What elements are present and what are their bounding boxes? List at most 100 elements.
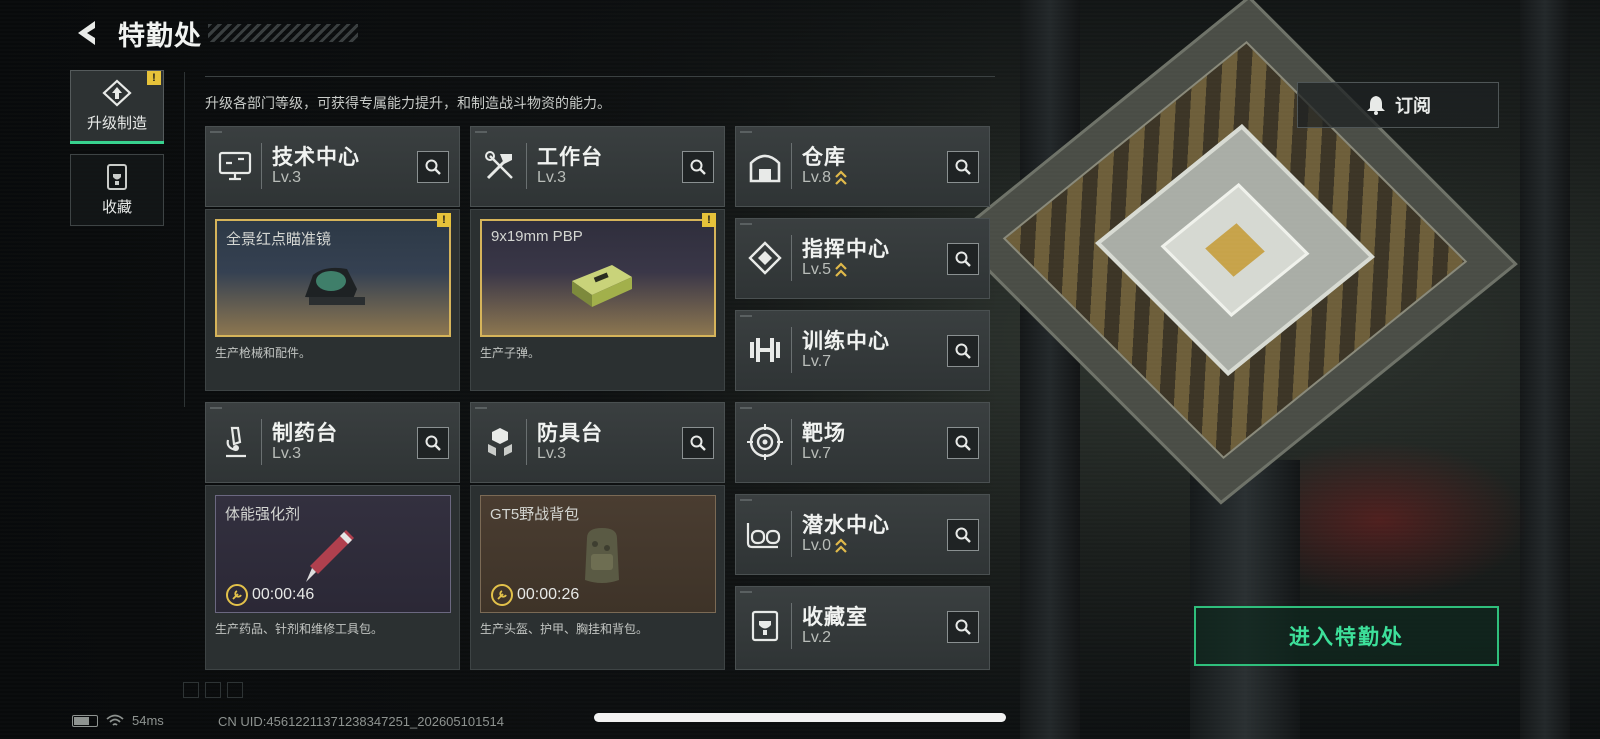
tab-collection[interactable]: 收藏 [70, 154, 164, 226]
subscribe-button[interactable]: 订阅 [1297, 82, 1499, 128]
dept-level: Lv.8 [802, 169, 832, 186]
dept-name: 潜水中心 [802, 514, 890, 537]
red-dot-sight-icon [305, 267, 365, 305]
ammo-box-icon [572, 265, 632, 307]
search-button[interactable] [947, 427, 979, 459]
status-bar: 54ms [72, 713, 164, 728]
back-button[interactable] [70, 15, 106, 51]
upgrade-chevron-icon [835, 170, 847, 185]
dept-name: 工作台 [537, 146, 603, 169]
production-slot-tech-center[interactable]: 全景红点瞄准镜 ! 生产枪械和配件。 [205, 209, 460, 391]
dept-name: 训练中心 [802, 330, 890, 353]
production-description: 生产子弹。 [480, 346, 541, 360]
timer-value: 00:00:46 [252, 586, 315, 603]
battery-icon [72, 714, 98, 727]
search-icon [955, 159, 971, 175]
tab-upgrade-craft[interactable]: 升级制造 ! [70, 70, 164, 144]
dept-card-command-center[interactable]: 指挥中心 Lv.5 [735, 218, 990, 299]
production-item-name: 9x19mm PBP [491, 228, 583, 245]
search-icon [955, 435, 971, 451]
search-icon [955, 527, 971, 543]
dept-name: 防具台 [537, 422, 603, 445]
search-icon [955, 251, 971, 267]
dept-card-warehouse[interactable]: 仓库 Lv.8 [735, 126, 990, 207]
dept-name: 制药台 [272, 422, 338, 445]
back-arrow-icon [78, 21, 95, 45]
search-button[interactable] [682, 427, 714, 459]
dept-name: 指挥中心 [802, 238, 890, 261]
dept-name: 靶场 [802, 422, 846, 445]
dept-level: Lv.0 [802, 537, 832, 554]
search-button[interactable] [947, 335, 979, 367]
dept-card-shooting-range[interactable]: 靶场 Lv.7 [735, 402, 990, 483]
production-slot-workbench[interactable]: 9x19mm PBP ! 生产子弹。 [470, 209, 725, 391]
command-icon [744, 237, 786, 279]
diving-mask-icon [744, 513, 786, 555]
production-slot-pharmacy[interactable]: 体能强化剂 00:00:46 生产药品、针剂和维修工具包。 [205, 485, 460, 670]
dept-level: Lv.3 [272, 445, 302, 462]
armor-blocks-icon [479, 421, 521, 463]
dept-card-workbench[interactable]: 工作台 Lv.3 [470, 126, 725, 207]
dept-level: Lv.3 [272, 169, 302, 186]
injector-icon [306, 530, 354, 582]
dept-card-collection-room[interactable]: 收藏室 Lv.2 [735, 586, 990, 670]
collection-icon [744, 605, 786, 647]
tab-label: 升级制造 [86, 115, 147, 132]
search-button[interactable] [947, 151, 979, 183]
search-icon [425, 435, 441, 451]
search-icon [955, 619, 971, 635]
dept-card-armor-bench[interactable]: 防具台 Lv.3 [470, 402, 725, 483]
trophy-case-icon [107, 164, 127, 190]
dept-card-pharmacy[interactable]: 制药台 Lv.3 [205, 402, 460, 483]
enter-special-ops-button[interactable]: 进入特勤处 [1194, 606, 1499, 666]
uid-text: CN UID:4561221137123834725​1_20260510151… [218, 714, 505, 729]
upgrade-chevron-icon [835, 262, 847, 277]
search-button[interactable] [417, 427, 449, 459]
production-item-box: 9x19mm PBP [480, 219, 716, 337]
divider [205, 76, 995, 77]
bell-icon [1367, 96, 1385, 115]
dept-level: Lv.7 [802, 445, 832, 462]
search-icon [690, 435, 706, 451]
wrench-icon [226, 584, 248, 606]
search-button[interactable] [947, 611, 979, 643]
production-description: 生产药品、针剂和维修工具包。 [215, 622, 384, 636]
dept-level: Lv.2 [802, 629, 832, 646]
dept-level: Lv.7 [802, 353, 832, 370]
hammer-wrench-icon [479, 145, 521, 187]
dept-level: Lv.3 [537, 169, 567, 186]
upgrade-diamond-icon [102, 79, 132, 107]
dept-level: Lv.5 [802, 261, 832, 278]
section-description: 升级各部门等级，可获得专属能力提升，和制造战斗物资的能力。 [205, 95, 611, 111]
wifi-icon [106, 714, 124, 726]
enter-label: 进入特勤处 [1289, 626, 1404, 649]
subscribe-label: 订阅 [1395, 96, 1431, 116]
page-title: 特勤处 [118, 20, 202, 51]
production-item-name: GT5野战背包 [490, 506, 580, 523]
timer-value: 00:00:26 [517, 586, 580, 603]
search-button[interactable] [682, 151, 714, 183]
production-timer: 00:00:46 [226, 584, 314, 606]
backpack-icon [585, 528, 619, 583]
dept-card-diving-center[interactable]: 潜水中心 Lv.0 [735, 494, 990, 575]
wrench-icon [491, 584, 513, 606]
search-button[interactable] [947, 519, 979, 551]
production-slot-armor-bench[interactable]: GT5野战背包 00:00:26 生产头盔、护甲、胸挂和背包。 [470, 485, 725, 670]
search-button[interactable] [947, 243, 979, 275]
tab-label: 收藏 [101, 199, 132, 216]
page-header: 特勤处 [70, 14, 358, 52]
title-decoration [208, 24, 358, 42]
dept-card-training-center[interactable]: 训练中心 Lv.7 [735, 310, 990, 391]
production-item-box: GT5野战背包 00:00:26 [480, 495, 716, 613]
dept-card-tech-center[interactable]: 技术中心 Lv.3 [205, 126, 460, 207]
search-icon [425, 159, 441, 175]
home-indicator[interactable] [594, 713, 1006, 722]
alert-badge: ! [702, 213, 716, 227]
production-item-box: 全景红点瞄准镜 [215, 219, 451, 337]
warehouse-icon [744, 145, 786, 187]
production-item-name: 体能强化剂 [225, 506, 301, 523]
search-button[interactable] [417, 151, 449, 183]
production-timer: 00:00:26 [491, 584, 579, 606]
dept-name: 仓库 [802, 146, 846, 169]
production-description: 生产头盔、护甲、胸挂和背包。 [480, 622, 649, 636]
